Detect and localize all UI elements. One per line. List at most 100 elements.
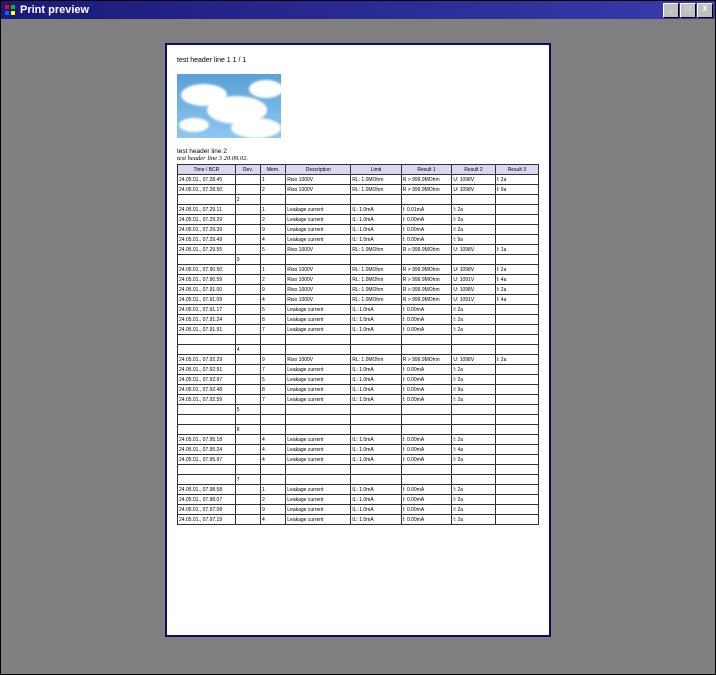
- cell-dev: [235, 355, 260, 365]
- cell-dev: [235, 445, 260, 455]
- app-icon: [3, 3, 17, 17]
- cell-r3: [495, 475, 538, 485]
- cell-lim: [351, 405, 402, 415]
- cell-r2: [452, 475, 495, 485]
- cell-dev: [235, 315, 260, 325]
- cell-desc: Leakage current: [286, 375, 351, 385]
- cell-mem: [261, 415, 286, 425]
- cell-mem: 5: [261, 305, 286, 315]
- close-button[interactable]: X: [697, 3, 713, 18]
- header-image: [177, 74, 281, 138]
- cell-lim: RL: 1.0MOhm: [351, 355, 402, 365]
- cell-r1: I: 0.01mA: [401, 205, 452, 215]
- cell-r2: I: 2a: [452, 515, 495, 525]
- cell-lim: RL: 1.0MOhm: [351, 185, 402, 195]
- table-row: 24.05.01., 07.97.089Leakage currentIL: 1…: [178, 505, 539, 515]
- cell-dev: [235, 395, 260, 405]
- cell-mem: 4: [261, 445, 286, 455]
- cell-lim: [351, 195, 402, 205]
- cell-desc: [286, 425, 351, 435]
- cell-dev: 4: [235, 345, 260, 355]
- cell-mem: 2: [261, 215, 286, 225]
- cell-desc: [286, 405, 351, 415]
- cell-time: [178, 425, 236, 435]
- cell-r2: I: 2a: [452, 325, 495, 335]
- cell-lim: [351, 475, 402, 485]
- cell-r3: [495, 365, 538, 375]
- table-row: 9: [178, 255, 539, 265]
- cell-time: 24.05.01., 07.28.45: [178, 175, 236, 185]
- cell-r1: I: 0.00mA: [401, 225, 452, 235]
- cell-desc: Leakage current: [286, 445, 351, 455]
- header-line-2: test header line 2: [177, 148, 539, 155]
- cell-r2: [452, 405, 495, 415]
- cell-mem: 4: [261, 295, 286, 305]
- cell-r3: [495, 495, 538, 505]
- cell-r1: R > 999.9MOhm: [401, 275, 452, 285]
- cell-dev: [235, 205, 260, 215]
- table-row: 24.05.01., 07.91.094Riso 1000VRL: 1.0MOh…: [178, 295, 539, 305]
- cell-desc: Leakage current: [286, 515, 351, 525]
- cell-time: 24.05.01., 07.95.24: [178, 445, 236, 455]
- maximize-button[interactable]: □: [680, 3, 696, 18]
- cell-r1: I: 0.00mA: [401, 455, 452, 465]
- cell-mem: 7: [261, 395, 286, 405]
- cell-r3: [495, 375, 538, 385]
- cell-time: 24.05.01., 07.29.55: [178, 245, 236, 255]
- preview-area[interactable]: test header line 1 1 / 1 test header lin…: [1, 19, 715, 673]
- cell-desc: Leakage current: [286, 205, 351, 215]
- cell-r2: I: 2a: [452, 505, 495, 515]
- cell-mem: 9: [261, 505, 286, 515]
- cell-r1: I: 0.00mA: [401, 305, 452, 315]
- cell-desc: Leakage current: [286, 235, 351, 245]
- cell-r3: I: 2a: [495, 285, 538, 295]
- cell-r2: U: 1098V: [452, 245, 495, 255]
- header-line-3: test header line 3 20.09.02.: [177, 155, 539, 162]
- cell-lim: IL: 1.0mA: [351, 235, 402, 245]
- cell-desc: [286, 465, 351, 475]
- cell-lim: IL: 1.0mA: [351, 375, 402, 385]
- table-row: 24.05.01., 07.91.009Riso 1000VRL: 1.0MOh…: [178, 285, 539, 295]
- cell-mem: 9: [261, 355, 286, 365]
- cell-lim: RL: 1.0MOhm: [351, 265, 402, 275]
- cell-r2: I: 2a: [452, 485, 495, 495]
- cell-r2: U: 1091V: [452, 295, 495, 305]
- cell-lim: [351, 465, 402, 475]
- table-row: [178, 415, 539, 425]
- cell-mem: 1: [261, 485, 286, 495]
- cell-r3: [495, 195, 538, 205]
- col-r2: Result 2: [452, 165, 495, 175]
- cell-r3: I: 9a: [495, 185, 538, 195]
- cell-mem: [261, 255, 286, 265]
- cell-dev: 7: [235, 475, 260, 485]
- cell-r1: I: 0.00mA: [401, 375, 452, 385]
- cell-dev: [235, 505, 260, 515]
- cell-r1: [401, 335, 452, 345]
- cell-r2: U: 1098V: [452, 285, 495, 295]
- cell-mem: [261, 195, 286, 205]
- cell-lim: [351, 335, 402, 345]
- cell-dev: [235, 455, 260, 465]
- cell-r1: R > 999.9MOhm: [401, 265, 452, 275]
- cell-time: 24.05.01., 07.92.97: [178, 375, 236, 385]
- cell-desc: Leakage current: [286, 325, 351, 335]
- cell-lim: [351, 255, 402, 265]
- cell-time: 24.05.01., 07.90.59: [178, 275, 236, 285]
- cell-time: [178, 415, 236, 425]
- minimize-button[interactable]: _: [663, 3, 679, 18]
- cell-r2: U: 1098V: [452, 265, 495, 275]
- table-row: 24.05.01., 07.28.451Riso 1000VRL: 1.0MOh…: [178, 175, 539, 185]
- table-row: 24.05.01., 07.92.299Riso 1000VRL: 1.0MOh…: [178, 355, 539, 365]
- cell-lim: IL: 1.0mA: [351, 365, 402, 375]
- cell-r3: [495, 515, 538, 525]
- table-row: 24.05.01., 07.97.194Leakage currentIL: 1…: [178, 515, 539, 525]
- col-r1: Result 1: [401, 165, 452, 175]
- cell-lim: IL: 1.0mA: [351, 395, 402, 405]
- cell-r2: [452, 415, 495, 425]
- cell-lim: IL: 1.0mA: [351, 315, 402, 325]
- cell-r3: [495, 235, 538, 245]
- table-row: 24.05.01., 07.29.399Leakage currentIL: 1…: [178, 225, 539, 235]
- window-title: Print preview: [20, 4, 662, 16]
- cell-r1: [401, 345, 452, 355]
- cell-mem: [261, 405, 286, 415]
